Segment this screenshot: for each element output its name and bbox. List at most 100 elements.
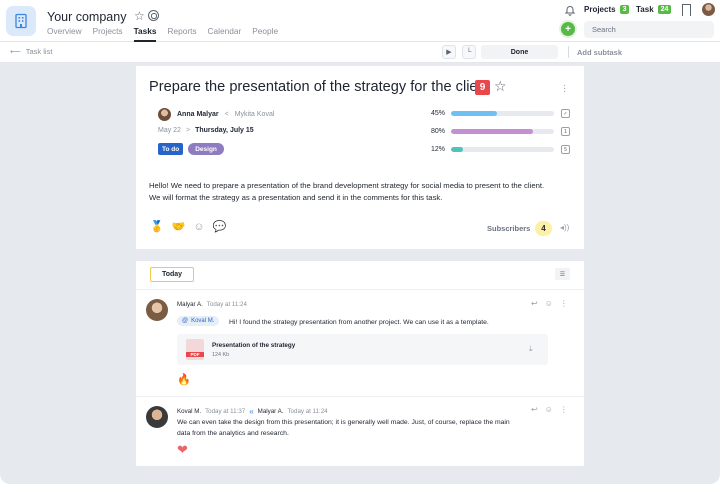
reply-arrow-icon: « xyxy=(249,407,254,416)
at-icon: @ xyxy=(182,318,189,324)
building-icon xyxy=(15,13,27,29)
comment-time: Today at 11:24 xyxy=(206,301,247,308)
smile-icon[interactable]: ☺ xyxy=(545,299,553,308)
reply-to-author[interactable]: Malyar A. xyxy=(258,408,284,415)
mention-chip[interactable]: @ Koval M. xyxy=(177,316,220,326)
gear-icon[interactable] xyxy=(148,10,159,21)
star-icon[interactable]: ☆ xyxy=(134,9,145,23)
handshake-icon[interactable]: 🤝 xyxy=(172,220,186,233)
app-window: Your company ☆ Overview Projects Tasks R… xyxy=(0,0,720,484)
company-logo[interactable] xyxy=(6,6,36,36)
progress-value: 80% xyxy=(431,128,446,135)
subtask-toggle-button[interactable]: └ xyxy=(462,45,476,59)
comment-text: Hi! I found the strategy presentation fr… xyxy=(229,319,489,326)
comment-author[interactable]: Koval M. xyxy=(177,408,201,415)
add-subtask-button[interactable]: Add subtask xyxy=(577,48,622,57)
comment-header: Malyar A. Today at 11:24 xyxy=(177,301,247,308)
counter-icon[interactable]: 1 xyxy=(561,127,570,136)
mention-name: Koval M. xyxy=(191,318,215,324)
status-tag[interactable]: To do xyxy=(158,143,184,155)
subscribe-signal-icon[interactable]: ◂)) xyxy=(560,223,569,232)
progress-track xyxy=(451,111,554,116)
comment-actions: ↩ ☺ ⋮ xyxy=(531,299,568,308)
fire-reaction-icon[interactable]: 🔥 xyxy=(177,373,191,386)
reviewer-name[interactable]: Mykita Koval xyxy=(235,111,275,118)
bell-icon[interactable] xyxy=(564,4,576,16)
counter-icon[interactable]: 5 xyxy=(561,145,570,154)
search-input[interactable] xyxy=(584,21,714,38)
progress-fill xyxy=(451,129,534,134)
favorite-star-icon[interactable]: ☆ xyxy=(494,78,507,95)
smile-icon[interactable]: ☺ xyxy=(193,221,204,233)
comments-panel: Today ☰ Malyar A. Today at 11:24 ↩ ☺ ⋮ @… xyxy=(136,261,584,466)
reply-icon[interactable]: ↩ xyxy=(531,299,538,308)
check-icon[interactable]: ✓ xyxy=(561,109,570,118)
progress-track xyxy=(451,129,554,134)
company-name: Your company xyxy=(47,10,127,24)
task-toolbar: ⟵ Task list ▶ └ Done Add subtask xyxy=(0,42,720,63)
progress-fill xyxy=(451,111,498,116)
main-nav: Overview Projects Tasks Reports Calendar… xyxy=(47,26,278,42)
file-name: Presentation of the strategy xyxy=(212,342,296,349)
projects-counter[interactable]: Projects 3 xyxy=(584,5,630,14)
download-icon[interactable]: ⤓ xyxy=(529,344,533,354)
assignee-avatar[interactable] xyxy=(158,108,171,121)
pdf-file-icon: PDF xyxy=(186,339,204,360)
add-new-button[interactable]: + xyxy=(561,22,575,36)
more-options-icon[interactable]: · · · xyxy=(563,81,566,97)
progress-row: 45% ✓ xyxy=(431,109,570,118)
assignment-arrow: < xyxy=(224,111,229,118)
comment-author-avatar[interactable] xyxy=(146,406,168,428)
user-avatar[interactable] xyxy=(702,3,715,16)
comment-author[interactable]: Malyar A. xyxy=(177,301,203,308)
comment-time: Today at 11:37 xyxy=(205,408,246,415)
task-title[interactable]: Prepare the presentation of the strategy… xyxy=(149,79,490,95)
date-arrow: > xyxy=(185,127,191,134)
file-type-label: PDF xyxy=(186,352,204,357)
comment-author-avatar[interactable] xyxy=(146,299,168,321)
start-date: May 22 xyxy=(158,127,181,134)
divider xyxy=(568,46,569,58)
task-count-badge: 24 xyxy=(657,5,672,14)
progress-value: 45% xyxy=(431,110,446,117)
tasks-counter[interactable]: Task 24 xyxy=(636,5,672,14)
smile-icon[interactable]: ☺ xyxy=(545,405,553,414)
priority-badge[interactable]: 9 xyxy=(475,80,490,95)
due-date: Thursday, July 15 xyxy=(195,127,254,134)
date-filter-today[interactable]: Today xyxy=(150,267,194,282)
label-tag[interactable]: Design xyxy=(188,143,224,155)
reply-icon[interactable]: ↩ xyxy=(531,405,538,414)
subscribers-count[interactable]: 4 xyxy=(535,221,552,236)
projects-count-badge: 3 xyxy=(619,5,630,14)
nav-projects[interactable]: Projects xyxy=(93,26,123,42)
progress-row: 80% 1 xyxy=(431,127,570,136)
nav-calendar[interactable]: Calendar xyxy=(208,26,242,42)
progress-fill xyxy=(451,147,464,152)
play-button[interactable]: ▶ xyxy=(442,45,456,59)
comment-text: We can even take the design from this pr… xyxy=(177,419,510,437)
status-done-button[interactable]: Done xyxy=(481,45,558,59)
top-header: Your company ☆ Overview Projects Tasks R… xyxy=(0,0,720,42)
bookmark-icon[interactable] xyxy=(682,4,691,16)
more-options-icon[interactable]: ⋮ xyxy=(560,299,568,308)
nav-overview[interactable]: Overview xyxy=(47,26,82,42)
back-to-task-list[interactable]: ⟵ Task list xyxy=(10,47,52,56)
nav-people[interactable]: People xyxy=(252,26,278,42)
task-card: Prepare the presentation of the strategy… xyxy=(136,66,584,249)
file-attachment[interactable]: PDF Presentation of the strategy 124 Kb … xyxy=(177,334,548,365)
date-row[interactable]: May 22 > Thursday, July 15 xyxy=(158,127,254,134)
comment-icon[interactable]: 💬 xyxy=(213,220,227,233)
nav-reports[interactable]: Reports xyxy=(167,26,196,42)
assignee-row: Anna Malyar < Mykita Koval xyxy=(158,108,274,121)
medal-icon[interactable]: 🥇 xyxy=(150,220,164,233)
nav-tasks[interactable]: Tasks xyxy=(133,26,157,42)
heart-reaction-icon[interactable]: ❤ xyxy=(177,442,188,458)
assignee-name[interactable]: Anna Malyar xyxy=(177,111,219,118)
more-options-icon[interactable]: ⋮ xyxy=(560,405,568,414)
reply-to-time: Today at 11:24 xyxy=(287,408,328,415)
progress-row: 12% 5 xyxy=(431,145,570,154)
list-filter-icon[interactable]: ☰ xyxy=(555,268,570,280)
divider xyxy=(136,396,584,397)
subscribers-label[interactable]: Subscribers xyxy=(487,224,530,233)
task-description[interactable]: Hello! We need to prepare a presentation… xyxy=(149,180,554,204)
